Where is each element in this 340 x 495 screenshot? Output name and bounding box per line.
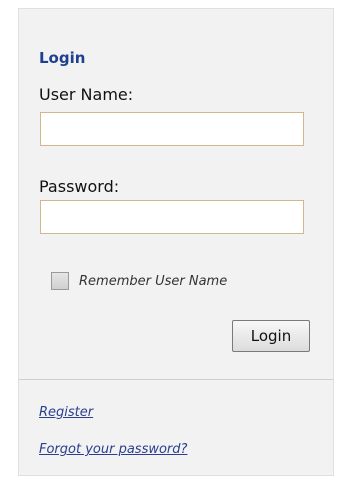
remember-checkbox[interactable] [51, 272, 69, 290]
username-label: User Name: [39, 85, 134, 104]
divider [19, 379, 333, 380]
password-input[interactable] [40, 200, 304, 234]
username-input[interactable] [40, 112, 304, 146]
login-panel: Login User Name: Password: Remember User… [18, 8, 334, 476]
forgot-password-link[interactable]: Forgot your password? [39, 442, 187, 457]
remember-user-name[interactable]: Remember User Name [51, 272, 227, 290]
login-button[interactable]: Login [232, 320, 310, 352]
register-link[interactable]: Register [39, 405, 93, 420]
login-title: Login [39, 49, 86, 67]
password-label: Password: [39, 177, 120, 196]
remember-label: Remember User Name [79, 273, 228, 289]
